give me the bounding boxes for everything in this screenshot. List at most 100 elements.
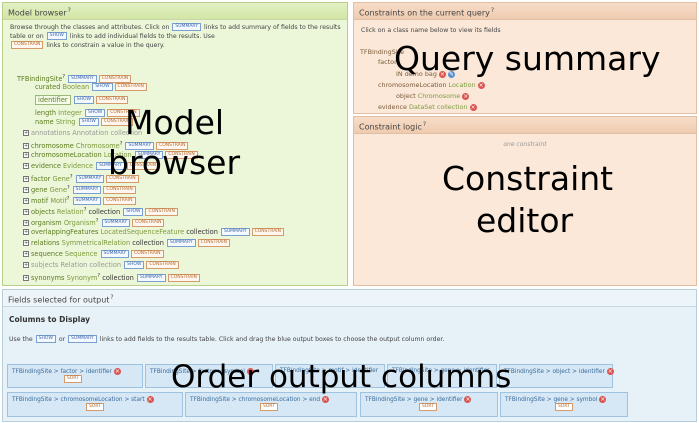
ref-name[interactable]: factor	[31, 175, 50, 183]
attr-row: name String SHOW CONSTRAIN	[35, 118, 134, 127]
output-column-box[interactable]: TFBindingSite > gene > symbol × SORT	[500, 392, 628, 417]
expand-icon[interactable]: +	[23, 143, 29, 150]
constraint-evidence[interactable]: evidence DataSet collection ×	[378, 103, 477, 111]
constrain-button[interactable]: CONSTRAIN	[146, 261, 179, 269]
remove-column-icon[interactable]: ×	[464, 396, 472, 403]
sort-button[interactable]: SORT	[86, 403, 104, 411]
ref-row[interactable]: + overlappingFeatures LocatedSequenceFeat…	[23, 228, 285, 237]
ref-name[interactable]: chromosome	[31, 142, 74, 150]
constraints-title: Constraints on the current query?	[354, 3, 696, 20]
constraint-object-label[interactable]: object	[396, 92, 416, 100]
ref-row[interactable]: + motif Motif? SUMMARY CONSTRAIN	[23, 195, 137, 206]
show-button[interactable]: SHOW	[73, 96, 94, 104]
ref-row[interactable]: + synonyms Synonym? collection SUMMARY CON…	[23, 272, 201, 283]
ref-name[interactable]: chromosomeLocation	[31, 151, 102, 159]
expand-icon[interactable]: +	[23, 130, 29, 136]
summary-button[interactable]: SUMMARY	[101, 219, 131, 228]
sort-button[interactable]: SORT	[64, 375, 82, 383]
show-button[interactable]: SHOW	[123, 208, 144, 217]
remove-column-icon[interactable]: ×	[321, 396, 329, 403]
expand-icon[interactable]: +	[23, 240, 29, 246]
show-button[interactable]: SHOW	[124, 261, 145, 269]
ref-name[interactable]: organism	[31, 219, 62, 227]
ref-name[interactable]: subjects	[31, 261, 58, 269]
constrain-button[interactable]: CONSTRAIN	[197, 239, 230, 247]
constraint-object-type: Chromosome	[417, 92, 461, 100]
constraint-chromloc-label[interactable]: chromosomeLocation	[378, 81, 447, 89]
constrain-button[interactable]: CONSTRAIN	[98, 75, 132, 84]
constrain-button[interactable]: CONSTRAIN	[251, 228, 284, 236]
ref-row[interactable]: + relations SymmetricalRelation collectio…	[23, 239, 231, 248]
summary-button[interactable]: SUMMARY	[136, 274, 166, 283]
expand-icon[interactable]: +	[23, 220, 29, 227]
ref-name[interactable]: relations	[31, 239, 60, 247]
ref-name[interactable]: objects	[31, 208, 55, 216]
ref-row[interactable]: + subjects Relation collection SHOW CONSTR…	[23, 261, 180, 270]
remove-column-icon[interactable]: ×	[599, 396, 607, 403]
ref-row[interactable]: + sequence Sequence SUMMARY CONSTRAIN	[23, 250, 165, 259]
ref-row[interactable]: + organism Organism? SUMMARY CONSTRAIN	[23, 217, 165, 228]
summary-button[interactable]: SUMMARY	[221, 228, 250, 236]
constrain-button[interactable]: CONSTRAIN	[103, 186, 136, 195]
ref-name[interactable]: evidence	[31, 162, 61, 170]
tree-root-label[interactable]: TFBindingSite	[17, 75, 62, 83]
ref-name[interactable]: annotations	[31, 129, 70, 137]
constrain-button[interactable]: CONSTRAIN	[167, 274, 200, 283]
expand-icon[interactable]: +	[23, 152, 29, 158]
output-column-box[interactable]: TFBindingSite > factor > identifier × SOR…	[7, 364, 143, 388]
show-button[interactable]: SHOW	[84, 109, 106, 117]
expand-icon[interactable]: +	[23, 176, 29, 183]
help-icon[interactable]: ?	[491, 7, 494, 14]
summary-button[interactable]: SUMMARY	[68, 75, 97, 84]
constrain-button[interactable]: CONSTRAIN	[114, 83, 147, 91]
constraint-object[interactable]: object Chromosome ×	[396, 92, 470, 100]
output-column-box[interactable]: TFBindingSite > chromosomeLocation > sta…	[7, 392, 183, 417]
expand-icon[interactable]: +	[23, 209, 29, 216]
output-column-box[interactable]: TFBindingSite > object > identifier ×	[499, 364, 614, 388]
summary-button[interactable]: SUMMARY	[72, 186, 102, 195]
ref-name[interactable]: overlappingFeatures	[31, 228, 99, 236]
sort-button[interactable]: SORT	[419, 403, 437, 411]
ref-name[interactable]: motif	[31, 197, 48, 205]
constrain-button[interactable]: CONSTRAIN	[131, 250, 164, 258]
expand-icon[interactable]: +	[23, 229, 29, 235]
constraint-evidence-label[interactable]: evidence	[378, 103, 407, 111]
expand-icon[interactable]: +	[23, 262, 29, 268]
remove-constraint-icon[interactable]: ×	[469, 103, 477, 111]
help-icon[interactable]: ?	[423, 121, 426, 128]
expand-icon[interactable]: +	[23, 198, 29, 205]
summary-button[interactable]: SUMMARY	[100, 250, 130, 258]
columns-heading: Columns to Display	[9, 315, 91, 324]
expand-icon[interactable]: +	[23, 251, 29, 257]
constraint-logic-panel: Constraint logic? one constraint Constra…	[353, 116, 697, 286]
remove-constraint-icon[interactable]: ×	[477, 81, 485, 89]
constraint-chromloc[interactable]: chromosomeLocation Location ×	[378, 81, 485, 89]
summary-button[interactable]: SUMMARY	[75, 175, 105, 184]
remove-column-icon[interactable]: ×	[146, 396, 154, 403]
show-button[interactable]: SHOW	[92, 83, 113, 91]
constrain-button[interactable]: CONSTRAIN	[95, 96, 129, 104]
output-column-box[interactable]: TFBindingSite > gene > identifier × SORT	[360, 392, 498, 417]
ref-row[interactable]: + gene Gene? SUMMARY CONSTRAIN	[23, 184, 137, 195]
output-column-box[interactable]: TFBindingSite > chromosomeLocation > end…	[185, 392, 357, 417]
expand-icon[interactable]: +	[23, 163, 29, 169]
remove-column-icon[interactable]: ×	[113, 368, 121, 375]
ref-name[interactable]: sequence	[31, 250, 63, 258]
ref-type: Synonym	[66, 274, 98, 283]
sort-button[interactable]: SORT	[555, 403, 573, 411]
ref-name[interactable]: gene	[31, 186, 47, 194]
summary-button[interactable]: SUMMARY	[167, 239, 196, 247]
constrain-button[interactable]: CONSTRAIN	[145, 208, 178, 217]
constrain-button[interactable]: CONSTRAIN	[132, 219, 165, 228]
expand-icon[interactable]: +	[23, 187, 29, 194]
ref-name[interactable]: synonyms	[31, 274, 65, 282]
expand-icon[interactable]: +	[23, 275, 29, 282]
show-button[interactable]: SHOW	[78, 118, 99, 126]
ref-row[interactable]: + objects Relation? collection SHOW CONSTR…	[23, 206, 179, 217]
sort-button[interactable]: SORT	[260, 403, 278, 411]
summary-button[interactable]: SUMMARY	[72, 197, 102, 206]
constrain-button[interactable]: CONSTRAIN	[103, 197, 136, 206]
help-icon[interactable]: ?	[110, 294, 113, 301]
remove-column-icon[interactable]: ×	[606, 368, 614, 375]
remove-constraint-icon[interactable]: ×	[462, 92, 470, 100]
